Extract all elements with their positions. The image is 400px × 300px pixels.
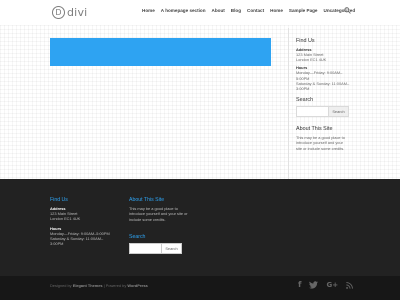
footer-credits: Designed by Elegant Themes | Powered by … — [50, 283, 148, 288]
footer-about-line: include some credits. — [129, 216, 166, 222]
footer-about-line: introduce yourself and your site or — [129, 211, 188, 217]
sidebar-hours-line: 3:00PM — [296, 86, 310, 92]
sidebar-about-line: site or include some credits. — [296, 145, 345, 151]
site-footer: Find Us Address 123 Main Street London E… — [0, 179, 400, 276]
social-icons: f G+ — [298, 280, 354, 290]
footer-find-us-widget: Find Us Address 123 Main Street London E… — [50, 197, 110, 246]
credits-mid: | Powered by — [102, 283, 128, 288]
footer-search-button[interactable]: Search — [162, 242, 182, 254]
footer-search-form: Search — [129, 242, 188, 254]
footer-address-line: London EC1 4UK — [50, 216, 81, 222]
main-nav: Home A homepage section About Blog Conta… — [142, 8, 355, 13]
sidebar-search-input[interactable] — [296, 106, 329, 118]
footer-bottom-bar: Designed by Elegant Themes | Powered by … — [0, 276, 400, 300]
sidebar-search-button[interactable]: Search — [329, 106, 349, 118]
nav-item-homepage-section[interactable]: A homepage section — [161, 8, 206, 13]
sidebar-about-title: About This Site — [296, 126, 333, 133]
sidebar-address-line: London EC1 4UK — [296, 57, 327, 63]
nav-item-home[interactable]: Home — [142, 8, 155, 13]
nav-item-home-2[interactable]: Home — [270, 8, 283, 13]
credits-wordpress-link[interactable]: WordPress — [127, 283, 147, 288]
nav-item-blog[interactable]: Blog — [231, 8, 241, 13]
rss-icon[interactable] — [346, 281, 354, 289]
sidebar-search-title: Search — [296, 97, 314, 104]
sidebar-search-form: Search — [296, 106, 356, 118]
sidebar: Find Us Address 123 Main Street London E… — [296, 38, 356, 151]
twitter-icon[interactable] — [309, 281, 319, 289]
featured-block — [50, 38, 271, 66]
footer-hours-line: 3:00PM — [50, 241, 64, 247]
footer-search-title: Search — [129, 233, 146, 240]
footer-find-us-title: Find Us — [50, 197, 68, 203]
footer-about-widget: About This Site This may be a good place… — [129, 197, 188, 254]
site-header: D divi Home A homepage section About Blo… — [0, 0, 400, 25]
credits-prefix: Designed by — [50, 283, 73, 288]
footer-about-title: About This Site — [129, 197, 165, 203]
facebook-icon[interactable]: f — [298, 280, 301, 290]
footer-search-input[interactable] — [129, 242, 162, 254]
site-logo[interactable]: D divi — [52, 5, 87, 19]
nav-item-about[interactable]: About — [212, 8, 225, 13]
nav-item-sample-page[interactable]: Sample Page — [289, 8, 318, 13]
credits-elegant-themes-link[interactable]: Elegant Themes — [73, 283, 103, 288]
nav-item-contact[interactable]: Contact — [247, 8, 264, 13]
logo-mark: D — [52, 5, 65, 19]
sidebar-find-us-title: Find Us — [296, 38, 315, 44]
google-plus-icon[interactable]: G+ — [326, 280, 338, 290]
sidebar-divider — [288, 28, 289, 179]
search-icon[interactable] — [344, 7, 351, 14]
logo-text: divi — [67, 5, 88, 19]
